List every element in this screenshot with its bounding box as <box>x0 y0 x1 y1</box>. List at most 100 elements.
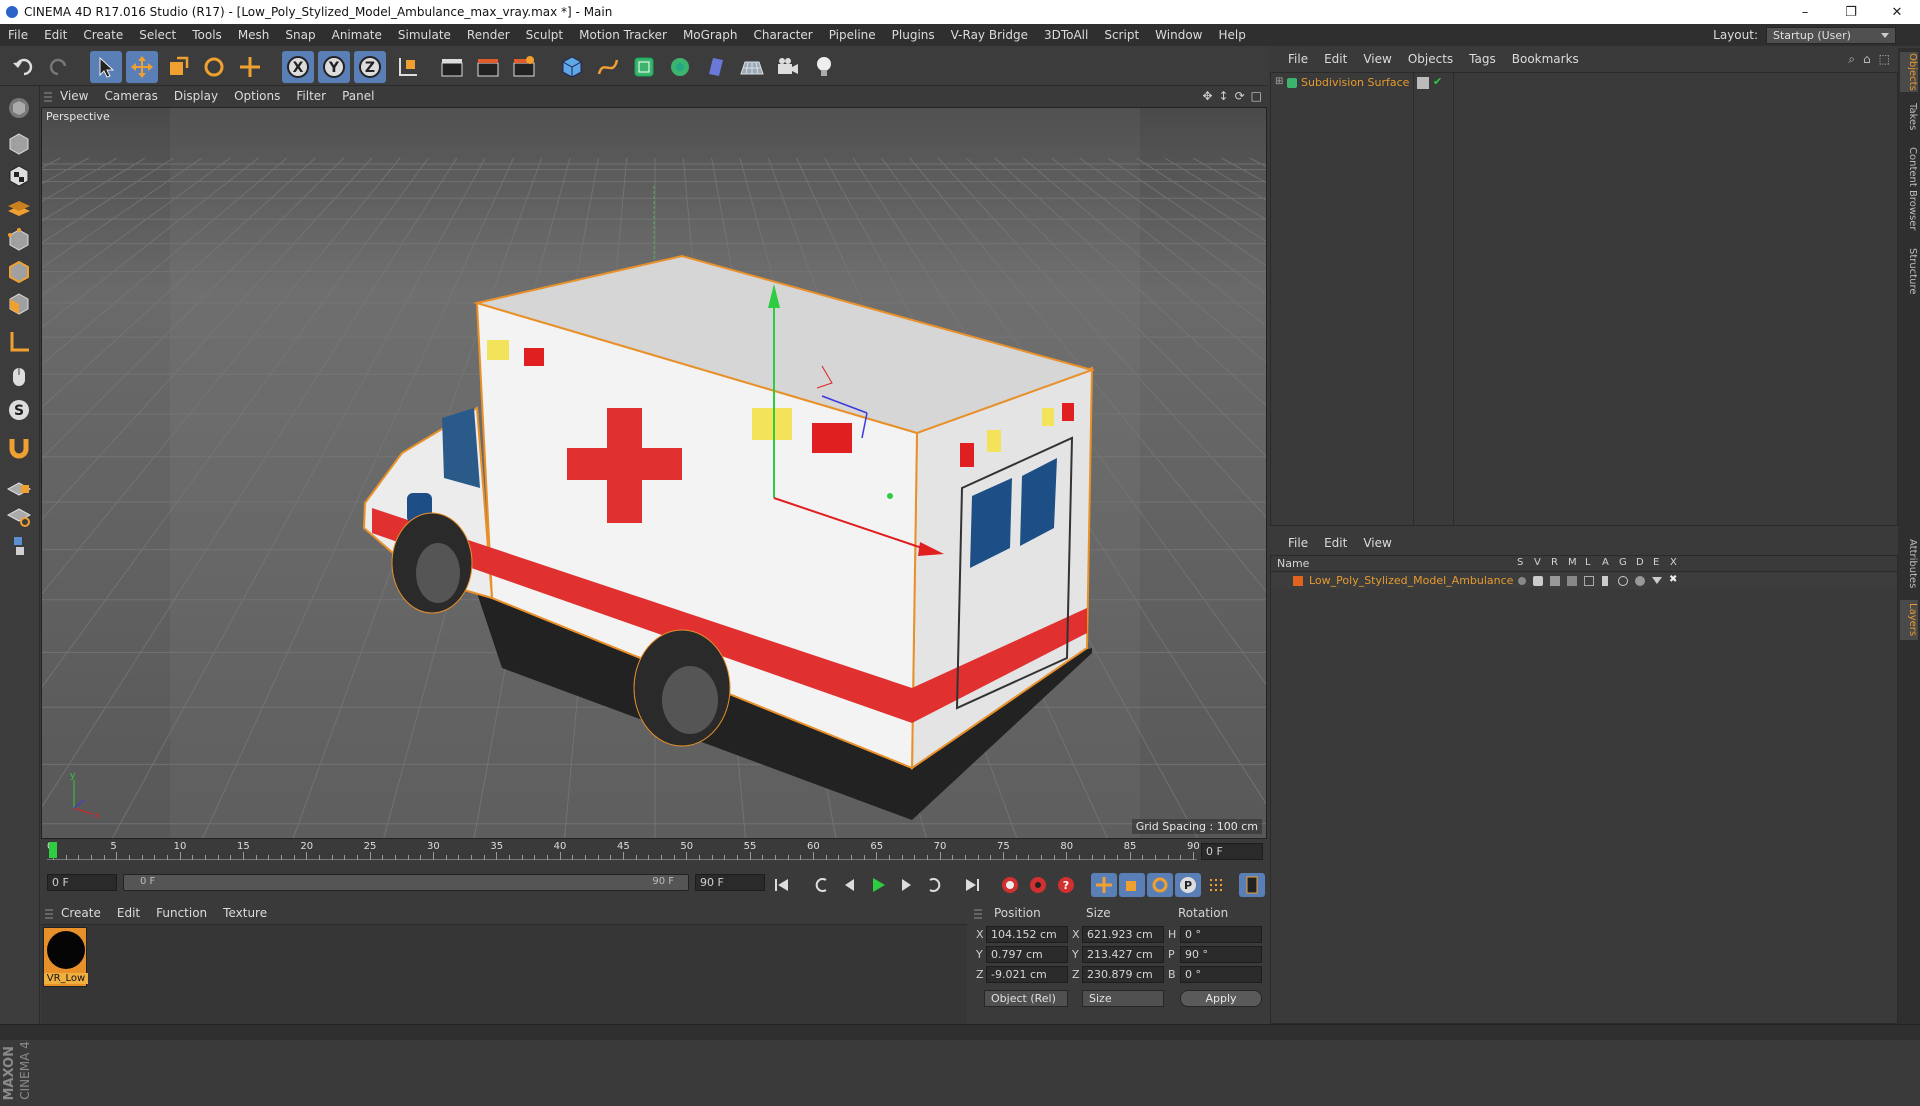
polygons-mode-button[interactable] <box>2 288 36 320</box>
perspective-viewport[interactable]: y x Perspective Grid Spacing : 100 cm <box>41 107 1267 839</box>
lock-workplane-button[interactable] <box>2 470 36 502</box>
position-y-field[interactable]: 0.797 cm <box>986 946 1068 963</box>
autokey-button[interactable] <box>1025 873 1051 897</box>
menu-vray-bridge[interactable]: V-Ray Bridge <box>943 28 1036 42</box>
add-spline-button[interactable] <box>592 51 624 83</box>
deformers-toggle-icon[interactable] <box>1635 576 1645 586</box>
visibility-eye-icon[interactable] <box>1533 576 1543 586</box>
add-deformer-button[interactable] <box>700 51 732 83</box>
menu-sculpt[interactable]: Sculpt <box>518 28 571 42</box>
material-swatch[interactable]: VR_Low <box>43 927 88 987</box>
menu-3dtoall[interactable]: 3DToAll <box>1036 28 1096 42</box>
side-tab-layers[interactable]: Layers <box>1900 600 1918 640</box>
close-button[interactable]: ✕ <box>1874 5 1920 20</box>
layer-row[interactable]: Low_Poly_Stylized_Model_Ambulance ✖ <box>1271 573 1897 589</box>
workplane-mode-button[interactable] <box>2 190 36 222</box>
object-row-subdivision-surface[interactable]: ⊞ Subdivision Surface ✔ <box>1271 75 1897 91</box>
add-cube-button[interactable] <box>556 51 588 83</box>
add-environment-button[interactable] <box>736 51 768 83</box>
end-frame-field[interactable]: 90 F <box>695 874 765 891</box>
viewport-rotate-icon[interactable]: ⟳ <box>1235 89 1245 103</box>
viewport-menu-view[interactable]: View <box>52 89 96 103</box>
timeline-window-button[interactable] <box>1239 873 1265 897</box>
key-scale-button[interactable] <box>1119 873 1145 897</box>
timeline-ruler[interactable]: 051015202530354045505560657075808590 0 F <box>41 840 1267 864</box>
menu-simulate[interactable]: Simulate <box>390 28 459 42</box>
menu-plugins[interactable]: Plugins <box>884 28 943 42</box>
menu-file[interactable]: File <box>0 28 36 42</box>
rotation-b-field[interactable]: 0 ° <box>1180 966 1262 983</box>
layer-color-swatch[interactable] <box>1293 576 1303 586</box>
prev-key-button[interactable] <box>809 873 835 897</box>
object-menu-file[interactable]: File <box>1280 52 1316 66</box>
key-position-button[interactable] <box>1091 873 1117 897</box>
move-tool-button[interactable] <box>126 51 158 83</box>
solo-toggle-icon[interactable] <box>1518 577 1526 585</box>
edges-mode-button[interactable] <box>2 256 36 288</box>
object-menu-bookmarks[interactable]: Bookmarks <box>1504 52 1587 66</box>
key-pla-button[interactable] <box>1203 873 1229 897</box>
axis-mode-button[interactable] <box>2 326 36 358</box>
material-menu-function[interactable]: Function <box>148 906 215 920</box>
edit-toggle-icon[interactable] <box>1417 77 1429 89</box>
home-icon[interactable]: ⌂ <box>1863 52 1871 67</box>
y-axis-button[interactable]: Y <box>318 51 350 83</box>
enabled-check-icon[interactable]: ✔ <box>1433 75 1442 88</box>
viewport-menu-filter[interactable]: Filter <box>288 89 334 103</box>
add-camera-button[interactable] <box>772 51 804 83</box>
viewport-pan-icon[interactable]: ✥ <box>1202 89 1212 103</box>
key-parameter-button[interactable]: P <box>1175 873 1201 897</box>
layout-dropdown[interactable]: Startup (User) <box>1766 26 1896 44</box>
go-to-end-button[interactable] <box>959 873 985 897</box>
minimize-button[interactable]: – <box>1782 5 1828 20</box>
planar-workplane-button[interactable] <box>2 500 36 532</box>
menu-window[interactable]: Window <box>1147 28 1210 42</box>
menu-pipeline[interactable]: Pipeline <box>821 28 884 42</box>
add-mograph-button[interactable] <box>664 51 696 83</box>
render-view-button[interactable] <box>436 51 468 83</box>
menu-create[interactable]: Create <box>75 28 131 42</box>
layer-menu-edit[interactable]: Edit <box>1316 536 1355 550</box>
apply-button[interactable]: Apply <box>1180 990 1262 1007</box>
animation-toggle-icon[interactable] <box>1602 576 1608 586</box>
object-menu-edit[interactable]: Edit <box>1316 52 1355 66</box>
object-menu-objects[interactable]: Objects <box>1400 52 1461 66</box>
make-editable-button[interactable] <box>2 92 36 124</box>
lock-icon[interactable] <box>1584 576 1594 586</box>
magnet-button[interactable] <box>2 432 36 464</box>
python-button[interactable] <box>2 530 36 562</box>
side-tab-objects[interactable]: Objects <box>1900 52 1918 92</box>
position-x-field[interactable]: 104.152 cm <box>986 926 1068 943</box>
side-tab-structure[interactable]: Structure <box>1900 244 1918 298</box>
key-rotation-button[interactable] <box>1147 873 1173 897</box>
render-toggle-icon[interactable] <box>1550 576 1560 586</box>
menu-render[interactable]: Render <box>459 28 518 42</box>
layer-menu-view[interactable]: View <box>1355 536 1399 550</box>
undo-button[interactable] <box>8 51 40 83</box>
add-light-button[interactable] <box>808 51 840 83</box>
rotate-tool-button[interactable] <box>198 51 230 83</box>
scale-tool-button[interactable] <box>162 51 194 83</box>
search-icon[interactable]: ⌕ <box>1848 52 1855 67</box>
menu-animate[interactable]: Animate <box>324 28 390 42</box>
x-axis-button[interactable]: X <box>282 51 314 83</box>
menu-select[interactable]: Select <box>131 28 184 42</box>
layer-menu-file[interactable]: File <box>1280 536 1316 550</box>
menu-motion-tracker[interactable]: Motion Tracker <box>571 28 675 42</box>
side-tab-content-browser[interactable]: Content Browser <box>1900 144 1918 234</box>
playhead[interactable] <box>49 842 57 858</box>
texture-mode-button[interactable] <box>2 160 36 192</box>
menu-script[interactable]: Script <box>1096 28 1147 42</box>
panel-float-icon[interactable]: ⬚ <box>1879 52 1890 67</box>
z-axis-button[interactable]: Z <box>354 51 386 83</box>
xref-toggle-icon[interactable]: ✖ <box>1669 574 1677 585</box>
object-menu-tags[interactable]: Tags <box>1461 52 1504 66</box>
viewport-menu-display[interactable]: Display <box>166 89 226 103</box>
expand-icon[interactable]: ⊞ <box>1275 76 1283 87</box>
keyframe-selection-button[interactable]: ? <box>1053 873 1079 897</box>
menu-help[interactable]: Help <box>1210 28 1253 42</box>
menu-edit[interactable]: Edit <box>36 28 75 42</box>
menu-snap[interactable]: Snap <box>277 28 323 42</box>
render-to-picture-viewer-button[interactable] <box>472 51 504 83</box>
redo-button[interactable] <box>42 51 74 83</box>
